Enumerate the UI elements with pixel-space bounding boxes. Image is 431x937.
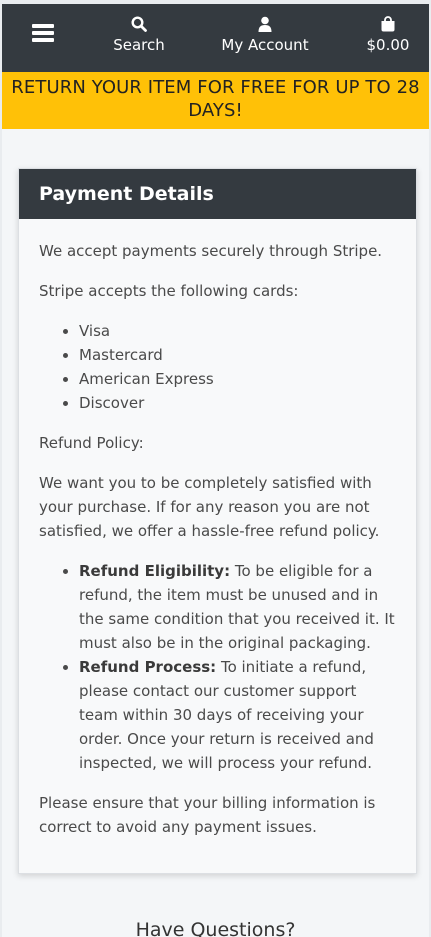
promo-text: RETURN YOUR ITEM FOR FREE FOR UP TO 28 D… [11,77,420,121]
promo-banner: RETURN YOUR ITEM FOR FREE FOR UP TO 28 D… [2,72,429,129]
list-item: Refund Eligibility: To be eligible for a… [79,559,396,655]
list-item: Discover [79,391,396,415]
cards-intro: Stripe accepts the following cards: [39,282,299,300]
search-label: Search [113,36,165,54]
cart-total: $0.00 [366,36,410,54]
search-icon [131,16,147,32]
list-item: Refund Process: To initiate a refund, pl… [79,655,396,775]
my-account-nav-button[interactable]: My Account [217,16,313,54]
cart-nav-button[interactable]: $0.00 [362,16,414,54]
card-body: We accept payments securely through Stri… [19,219,416,839]
search-nav-button[interactable]: Search [110,16,168,54]
shopping-bag-icon [381,16,395,32]
accepted-cards-list: Visa Mastercard American Express Discove… [79,319,396,415]
user-icon [258,16,272,32]
questions-heading: Have Questions? [135,919,296,937]
menu-icon[interactable] [32,24,54,42]
payment-intro: We accept payments securely through Stri… [39,242,383,260]
policy-label: Refund Process: [79,658,217,676]
refund-intro: We want you to be completely satisfied w… [39,474,380,540]
card-title: Payment Details [19,169,416,219]
list-item: Visa [79,319,396,343]
my-account-label: My Account [221,36,309,54]
closing-note: Please ensure that your billing informat… [39,794,376,836]
list-item: Mastercard [79,343,396,367]
refund-heading: Refund Policy: [39,434,144,452]
payment-details-card: Payment Details We accept payments secur… [18,168,417,874]
list-item: American Express [79,367,396,391]
page: Search My Account $0.00 RETURN YOUR ITEM… [2,4,429,937]
top-navbar: Search My Account $0.00 [2,4,429,72]
policy-label: Refund Eligibility: [79,562,231,580]
refund-policy-list: Refund Eligibility: To be eligible for a… [79,559,396,775]
